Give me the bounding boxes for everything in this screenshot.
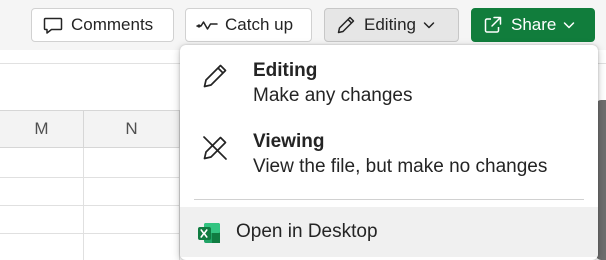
pencil-off-icon: [200, 133, 230, 163]
grid-line: [83, 148, 84, 260]
menu-item-title: Editing: [253, 60, 318, 81]
editing-mode-label: Editing: [364, 15, 416, 34]
menu-divider: [194, 199, 584, 200]
pencil-icon: [335, 14, 357, 36]
chevron-down-icon: [422, 18, 436, 32]
comments-label: Comments: [71, 15, 154, 34]
excel-icon: [196, 220, 222, 246]
menu-item-description: View the file, but make no changes: [253, 156, 548, 177]
catch-up-label: Catch up: [225, 15, 294, 34]
share-button[interactable]: Share: [471, 8, 595, 42]
open-in-desktop-item[interactable]: Open in Desktop: [180, 207, 598, 257]
open-in-desktop-label: Open in Desktop: [236, 221, 378, 242]
column-header-m[interactable]: M: [0, 111, 84, 147]
catch-up-button[interactable]: Catch up: [185, 8, 312, 42]
editing-mode-button[interactable]: Editing: [324, 8, 459, 42]
comments-button[interactable]: Comments: [31, 8, 174, 42]
column-header-n[interactable]: N: [84, 111, 180, 147]
comment-icon: [42, 14, 64, 36]
activity-pulse-icon: [196, 14, 218, 36]
editing-mode-menu: Editing Make any changes Viewing View th…: [180, 45, 598, 260]
share-label: Share: [511, 15, 557, 34]
top-toolbar: Comments Catch up Editing Share: [0, 0, 606, 50]
menu-item-title: Viewing: [253, 131, 325, 152]
menu-item-description: Make any changes: [253, 85, 413, 106]
menu-item-editing[interactable]: Editing Make any changes: [180, 45, 598, 115]
chevron-down-icon: [562, 18, 576, 32]
share-icon: [482, 14, 504, 36]
menu-item-viewing[interactable]: Viewing View the file, but make no chang…: [180, 119, 598, 189]
pencil-icon: [200, 61, 230, 91]
